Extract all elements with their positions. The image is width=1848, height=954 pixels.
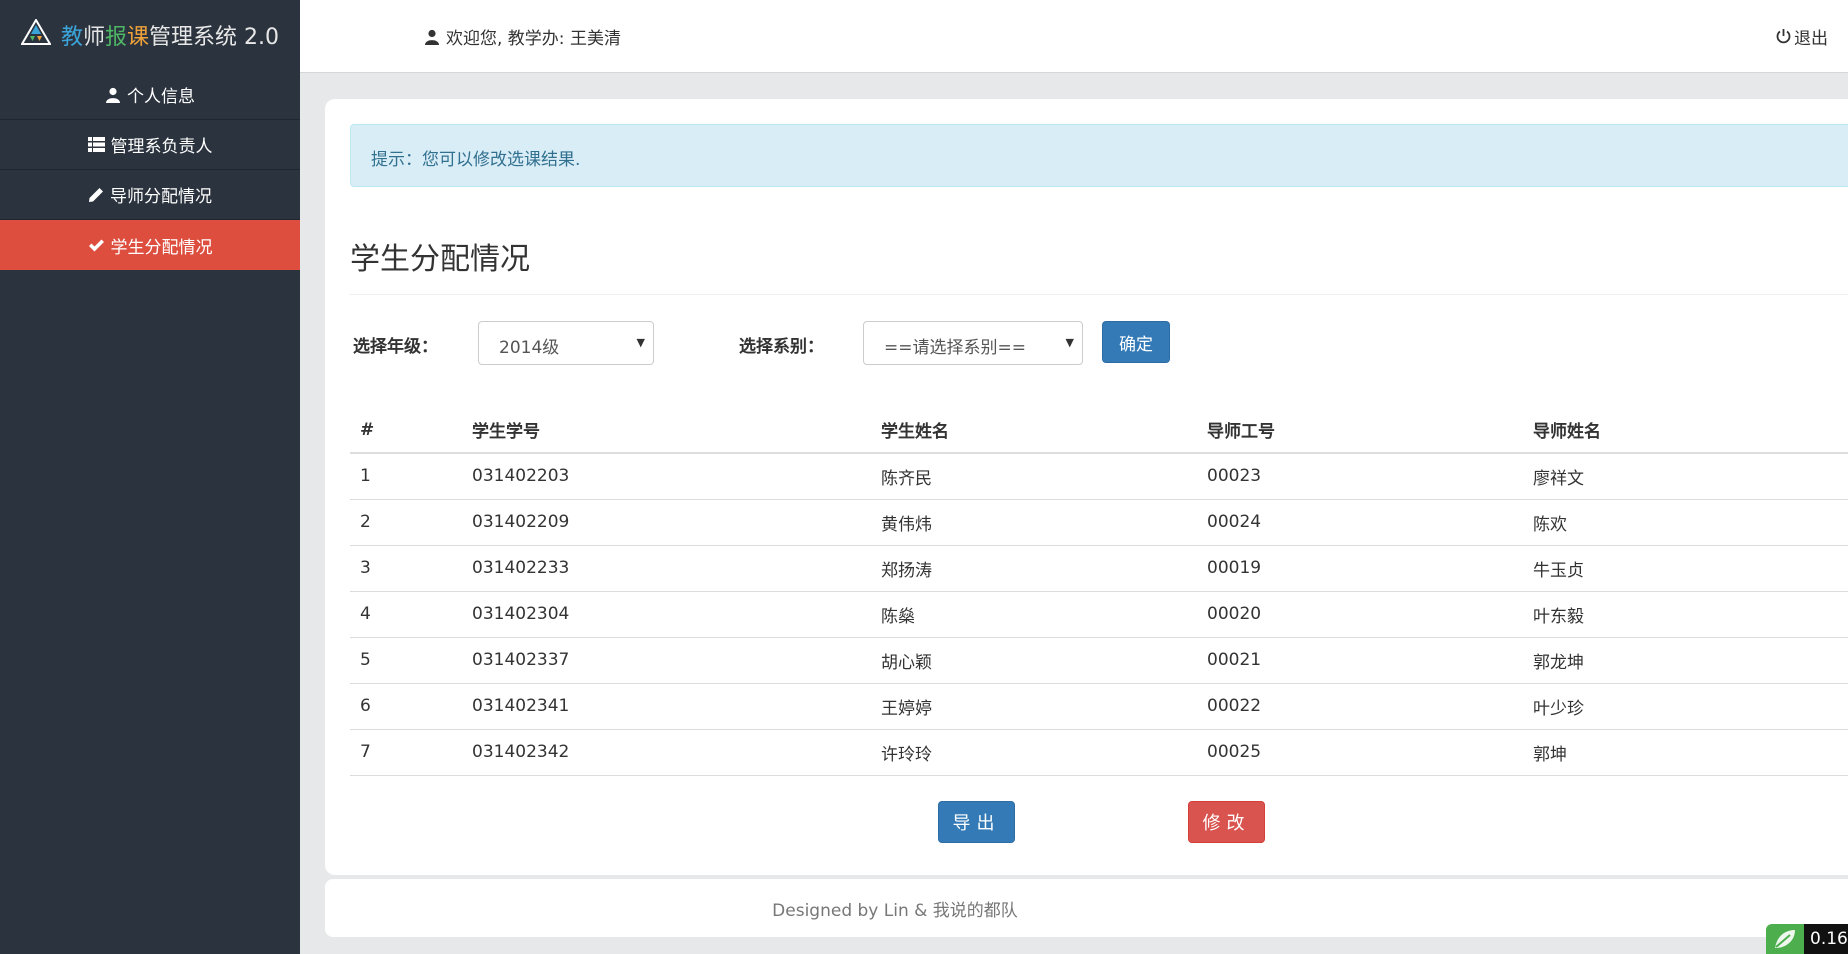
dept-select-value: ==请选择系别== (884, 338, 1026, 358)
brand-char-2: 师 (82, 25, 105, 50)
cell-student-name: 黄伟炜 (871, 499, 1197, 546)
cell-index: 5 (350, 637, 462, 684)
table-row: 5 031402337 胡心颖 00021 郭龙坤 (350, 637, 1848, 684)
cell-student-id: 031402341 (462, 683, 871, 730)
cell-student-name: 胡心颖 (871, 637, 1197, 684)
cell-student-id: 031402203 (462, 453, 871, 500)
cell-tutor-id: 00023 (1197, 453, 1523, 500)
user-icon (105, 87, 121, 103)
cell-student-name: 陈燊 (871, 591, 1197, 638)
cell-tutor-name: 叶少珍 (1523, 683, 1848, 730)
brand-char-1: 教 (60, 25, 83, 50)
info-alert: 提示：您可以修改选课结果. (350, 124, 1848, 187)
cell-tutor-name: 叶东毅 (1523, 591, 1848, 638)
assignment-table: # 学生学号 学生姓名 导师工号 导师姓名 1 031402203 陈齐民 00… (350, 407, 1848, 776)
list-icon (87, 137, 105, 152)
cell-tutor-id: 00019 (1197, 545, 1523, 592)
cell-student-id: 031402209 (462, 499, 871, 546)
cell-tutor-name: 陈欢 (1523, 499, 1848, 546)
corner-widget[interactable]: 0.16 (1766, 924, 1848, 954)
logout-label: 退出 (1794, 29, 1828, 49)
cell-tutor-id: 00022 (1197, 683, 1523, 730)
welcome-message: 欢迎您, 教学办: 王美清 (424, 24, 621, 49)
cell-student-id: 031402233 (462, 545, 871, 592)
cell-tutor-name: 廖祥文 (1523, 453, 1848, 500)
cell-index: 7 (350, 729, 462, 776)
cell-student-id: 031402337 (462, 637, 871, 684)
top-bar: 欢迎您, 教学办: 王美清 退出 (300, 0, 1848, 73)
sidebar-item-student-assignment[interactable]: 学生分配情况 (0, 220, 300, 270)
sidebar: 教师报课管理系统 2.0 个人信息 管理系负责人 导师分配情况 学生分配情况 (0, 0, 300, 954)
footer: Designed by Lin & 我说的都队 (325, 879, 1848, 937)
caret-down-icon: ▼ (1065, 336, 1074, 349)
widget-value: 0.16 (1804, 924, 1848, 954)
footer-text: Designed by Lin & 我说的都队 (772, 900, 1018, 921)
dept-select[interactable]: ==请选择系别== ▼ (863, 321, 1083, 365)
divider (350, 294, 1848, 295)
cell-student-name: 陈齐民 (871, 453, 1197, 500)
sidebar-item-tutor-assignment[interactable]: 导师分配情况 (0, 170, 300, 220)
page-title: 学生分配情况 (350, 242, 530, 277)
cell-tutor-id: 00024 (1197, 499, 1523, 546)
cell-student-name: 郑扬涛 (871, 545, 1197, 592)
cell-student-id: 031402342 (462, 729, 871, 776)
cell-tutor-name: 郭坤 (1523, 729, 1848, 776)
pencil-icon (88, 187, 104, 203)
column-header-student-name: 学生姓名 (871, 407, 1197, 454)
sidebar-item-label: 导师分配情况 (110, 187, 212, 207)
user-icon (424, 29, 440, 45)
brand: 教师报课管理系统 2.0 (0, 0, 300, 70)
power-icon (1775, 28, 1792, 45)
column-header-tutor-id: 导师工号 (1197, 407, 1523, 454)
cell-tutor-id: 00025 (1197, 729, 1523, 776)
cell-student-name: 王婷婷 (871, 683, 1197, 730)
cell-index: 1 (350, 453, 462, 500)
export-button[interactable]: 导出 (938, 801, 1015, 843)
cell-index: 4 (350, 591, 462, 638)
grade-select[interactable]: 2014级 ▼ (478, 321, 654, 365)
sidebar-item-label: 学生分配情况 (110, 237, 213, 258)
edit-button[interactable]: 修改 (1188, 801, 1265, 843)
cell-index: 2 (350, 499, 462, 546)
cell-tutor-name: 牛玉贞 (1523, 545, 1848, 592)
sidebar-item-profile[interactable]: 个人信息 (0, 70, 300, 120)
grade-select-value: 2014级 (499, 338, 560, 358)
cell-tutor-name: 郭龙坤 (1523, 637, 1848, 684)
table-row: 6 031402341 王婷婷 00022 叶少珍 (350, 683, 1848, 730)
dept-label: 选择系别： (739, 337, 824, 357)
cell-index: 6 (350, 683, 462, 730)
cell-tutor-id: 00021 (1197, 637, 1523, 684)
table-row: 1 031402203 陈齐民 00023 廖祥文 (350, 453, 1848, 500)
brand-char-4: 课 (127, 25, 150, 50)
check-icon (88, 238, 105, 253)
cell-tutor-id: 00020 (1197, 591, 1523, 638)
brand-char-3: 报 (105, 25, 128, 50)
sidebar-item-label: 个人信息 (127, 87, 195, 107)
table-row: 4 031402304 陈燊 00020 叶东毅 (350, 591, 1848, 638)
cell-student-id: 031402304 (462, 591, 871, 638)
grade-label: 选择年级： (353, 337, 438, 357)
column-header-index: # (350, 407, 462, 454)
cell-index: 3 (350, 545, 462, 592)
sidebar-item-label: 管理系负责人 (110, 137, 213, 157)
confirm-button[interactable]: 确定 (1102, 321, 1170, 363)
leaf-icon (1766, 924, 1804, 954)
welcome-text: 欢迎您, 教学办: 王美清 (446, 29, 621, 49)
table-row: 3 031402233 郑扬涛 00019 牛玉贞 (350, 545, 1848, 592)
main-panel: 提示：您可以修改选课结果. 学生分配情况 选择年级： 2014级 ▼ 选择系别：… (325, 99, 1848, 875)
table-header-row: # 学生学号 学生姓名 导师工号 导师姓名 (350, 407, 1848, 454)
cell-student-name: 许玲玲 (871, 729, 1197, 776)
table-row: 2 031402209 黄伟炜 00024 陈欢 (350, 499, 1848, 546)
logo-icon (20, 18, 52, 51)
column-header-tutor-name: 导师姓名 (1523, 407, 1848, 454)
column-header-student-id: 学生学号 (462, 407, 871, 454)
sidebar-item-dept-head[interactable]: 管理系负责人 (0, 120, 300, 170)
caret-down-icon: ▼ (636, 336, 645, 349)
logout-button[interactable]: 退出 (1775, 24, 1828, 49)
table-row: 7 031402342 许玲玲 00025 郭坤 (350, 729, 1848, 776)
brand-rest: 管理系统 2.0 (149, 25, 280, 50)
